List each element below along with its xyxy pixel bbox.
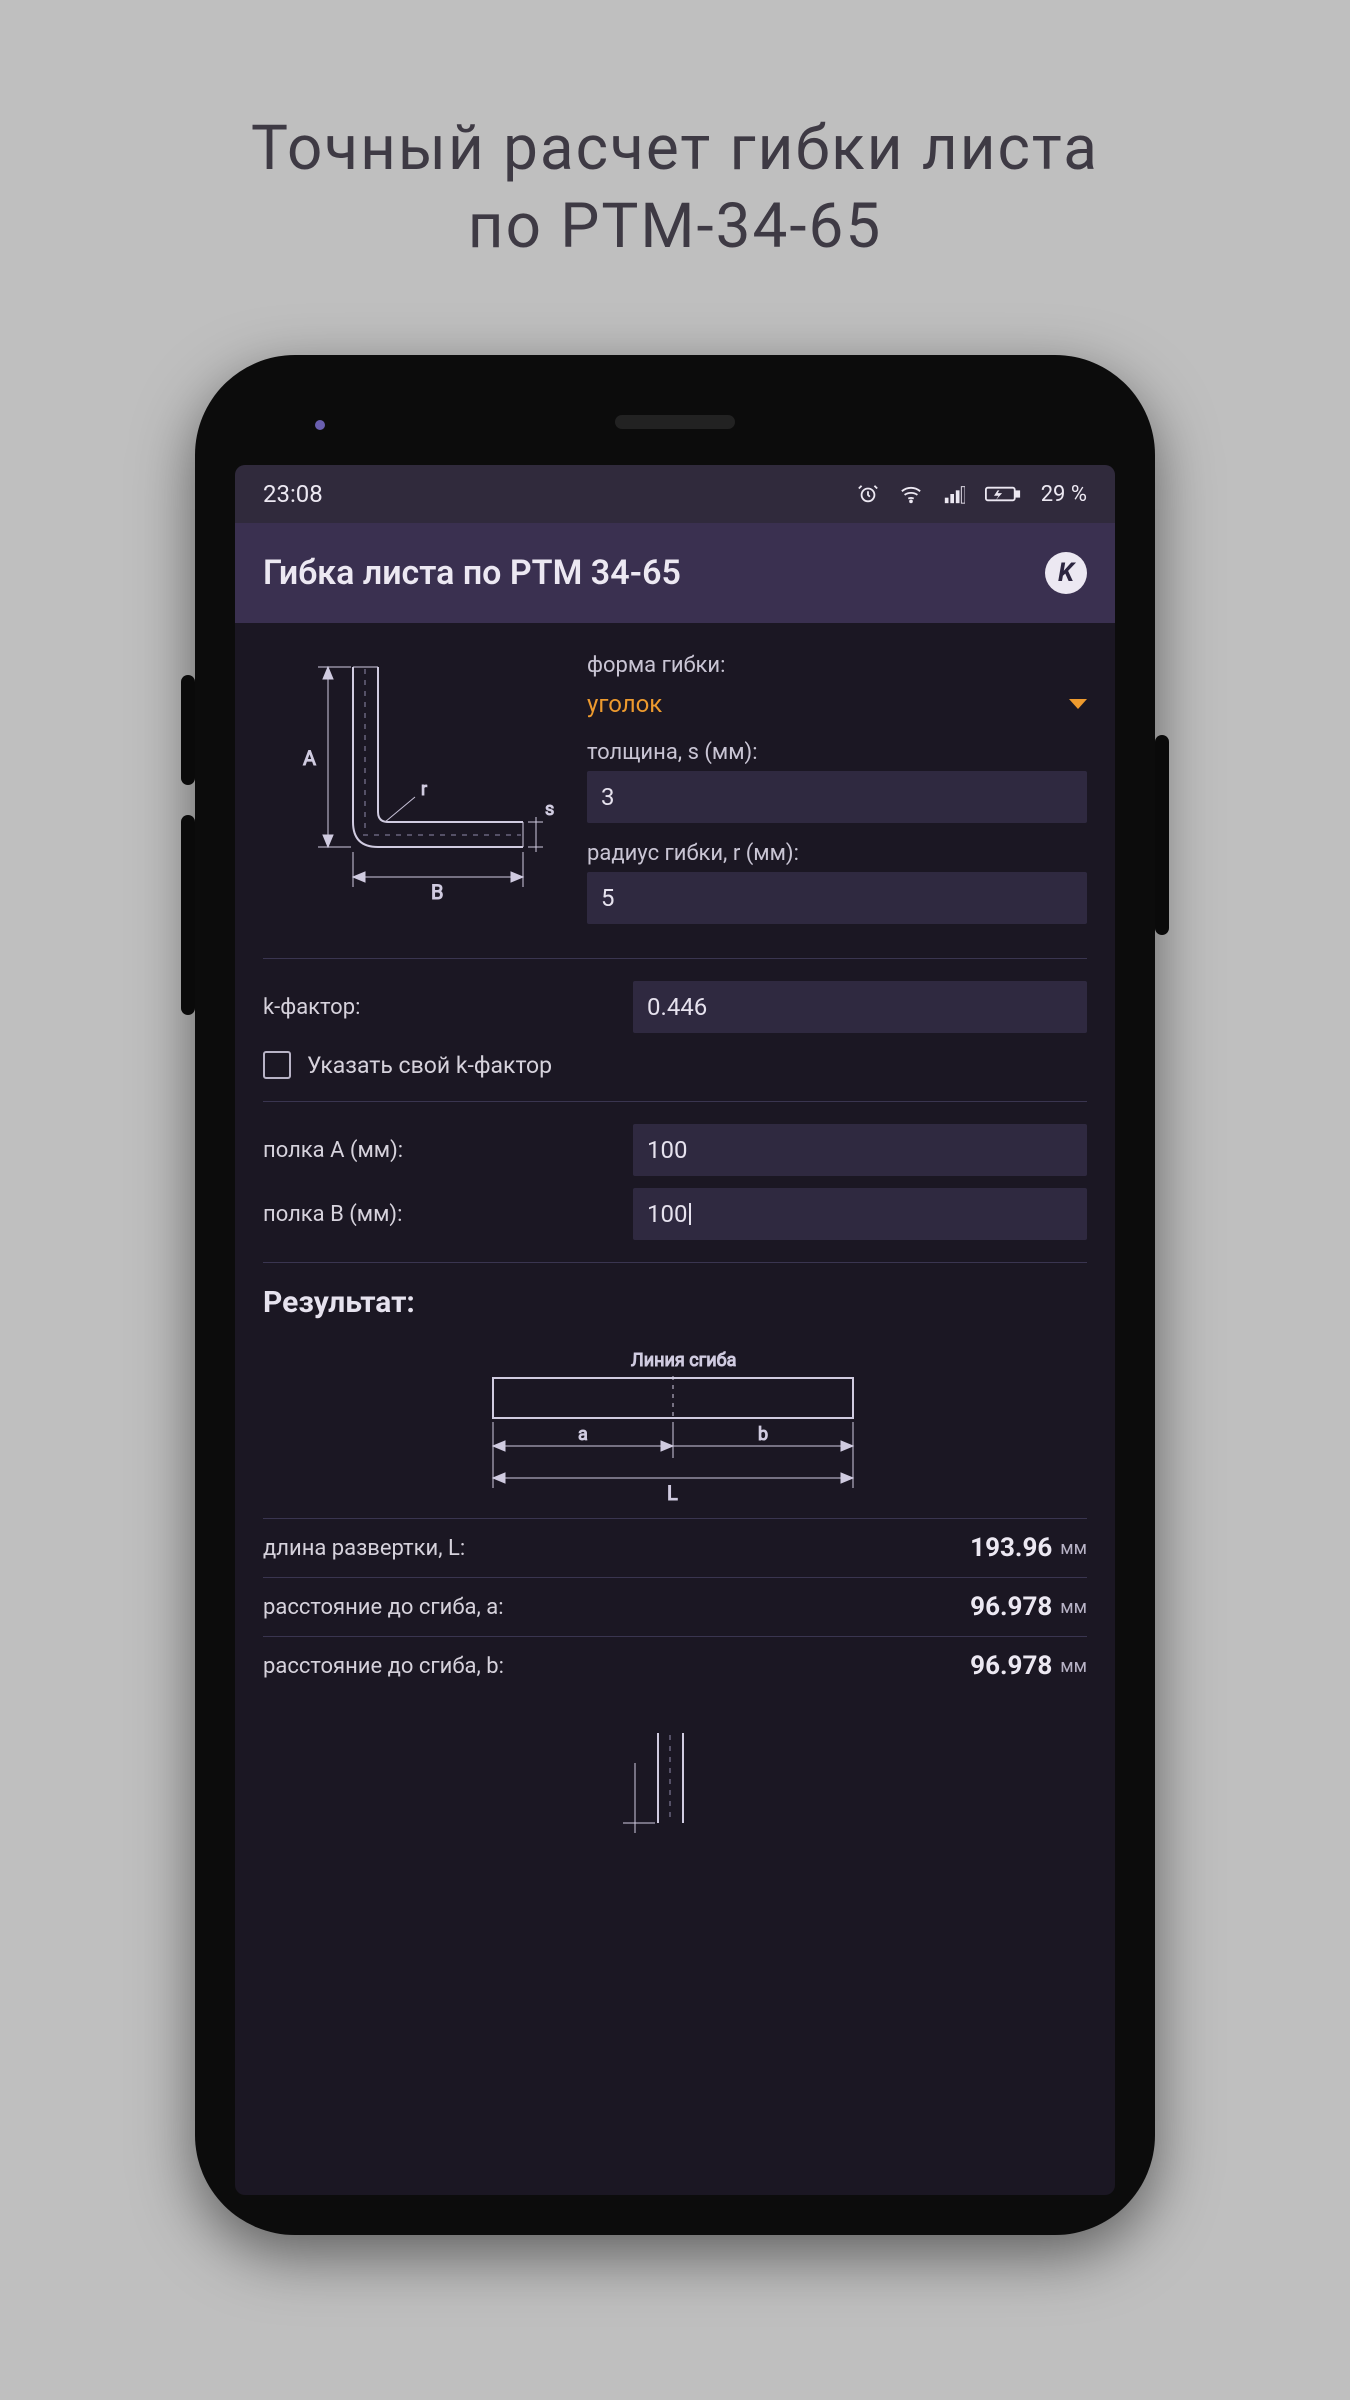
result-value: 96.978 [970, 1592, 1052, 1622]
svg-text:A: A [303, 746, 316, 770]
kfactor-input[interactable]: 0.446 [633, 981, 1087, 1033]
phone-sensor-dot [315, 420, 325, 430]
app-badge-letter: K [1058, 558, 1074, 588]
app-title: Гибка листа по РТМ 34-65 [263, 553, 1045, 593]
flange-a-input[interactable]: 100 [633, 1124, 1087, 1176]
checkbox-icon [263, 1051, 291, 1079]
secondary-diagram [263, 1723, 1087, 1843]
result-label: расстояние до сгиба, a: [263, 1595, 970, 1620]
svg-text:r: r [421, 779, 427, 800]
phone-side-button [181, 675, 195, 785]
text-cursor [689, 1203, 691, 1225]
custom-kfactor-checkbox-row[interactable]: Указать свой k-фактор [263, 1051, 1087, 1079]
result-label: расстояние до сгиба, b: [263, 1654, 970, 1679]
bend-shape-diagram: r s A [263, 647, 563, 917]
flange-a-label: полка А (мм): [263, 1138, 633, 1163]
phone-bezel-top [235, 385, 1115, 465]
shape-select[interactable]: уголок [587, 684, 1087, 734]
kfactor-label: k-фактор: [263, 995, 633, 1020]
phone-side-button [181, 815, 195, 1015]
svg-text:a: a [578, 1424, 588, 1445]
result-unit: мм [1060, 1656, 1087, 1677]
svg-text:s: s [545, 799, 554, 820]
result-row: расстояние до сгиба, a: 96.978 мм [263, 1577, 1087, 1636]
shape-label: форма гибки: [587, 647, 1087, 684]
svg-text:L: L [667, 1481, 678, 1505]
divider [263, 958, 1087, 959]
divider [263, 1262, 1087, 1263]
thickness-label: толщина, s (мм): [587, 734, 1087, 771]
promo-line2: по РТМ-34-65 [468, 190, 882, 263]
result-heading: Результат: [263, 1285, 1087, 1320]
wifi-icon [899, 483, 923, 505]
app-bar: Гибка листа по РТМ 34-65 K [235, 523, 1115, 623]
content: r s A [235, 623, 1115, 2195]
result-row: расстояние до сгиба, b: 96.978 мм [263, 1636, 1087, 1695]
radius-input[interactable]: 5 [587, 872, 1087, 924]
status-time: 23:08 [263, 480, 837, 508]
promo-line1: Точный расчет гибки листа [251, 112, 1099, 185]
chevron-down-icon [1069, 699, 1087, 709]
result-unit: мм [1060, 1597, 1087, 1618]
flange-b-input[interactable]: 100 [633, 1188, 1087, 1240]
result-row: длина развертки, L: 193.96 мм [263, 1518, 1087, 1577]
svg-text:b: b [758, 1424, 768, 1445]
result-label: длина развертки, L: [263, 1536, 970, 1561]
divider [263, 1101, 1087, 1102]
signal-icon [943, 483, 965, 505]
custom-kfactor-label: Указать свой k-фактор [307, 1052, 552, 1079]
result-value: 193.96 [970, 1533, 1052, 1563]
phone-frame: 23:08 29 % Гибка листа по РТМ 34-65 K [195, 355, 1155, 2235]
shape-select-value: уголок [587, 690, 662, 718]
thickness-input[interactable]: 3 [587, 771, 1087, 823]
result-value: 96.978 [970, 1651, 1052, 1681]
phone-side-button [1155, 735, 1169, 935]
promo-title: Точный расчет гибки листа по РТМ-34-65 [251, 110, 1099, 265]
status-bar: 23:08 29 % [235, 465, 1115, 523]
screen: 23:08 29 % Гибка листа по РТМ 34-65 K [235, 465, 1115, 2195]
app-badge-icon[interactable]: K [1045, 552, 1087, 594]
status-battery-text: 29 % [1041, 482, 1087, 507]
flat-pattern-diagram: Линия сгиба a b [263, 1338, 1087, 1508]
phone-speaker [615, 415, 735, 429]
flange-b-label: полка В (мм): [263, 1202, 633, 1227]
result-unit: мм [1060, 1538, 1087, 1559]
alarm-icon [857, 483, 879, 505]
battery-icon [985, 483, 1021, 505]
svg-text:B: B [431, 880, 443, 904]
radius-label: радиус гибки, r (мм): [587, 835, 1087, 872]
svg-text:Линия сгиба: Линия сгиба [631, 1350, 736, 1371]
